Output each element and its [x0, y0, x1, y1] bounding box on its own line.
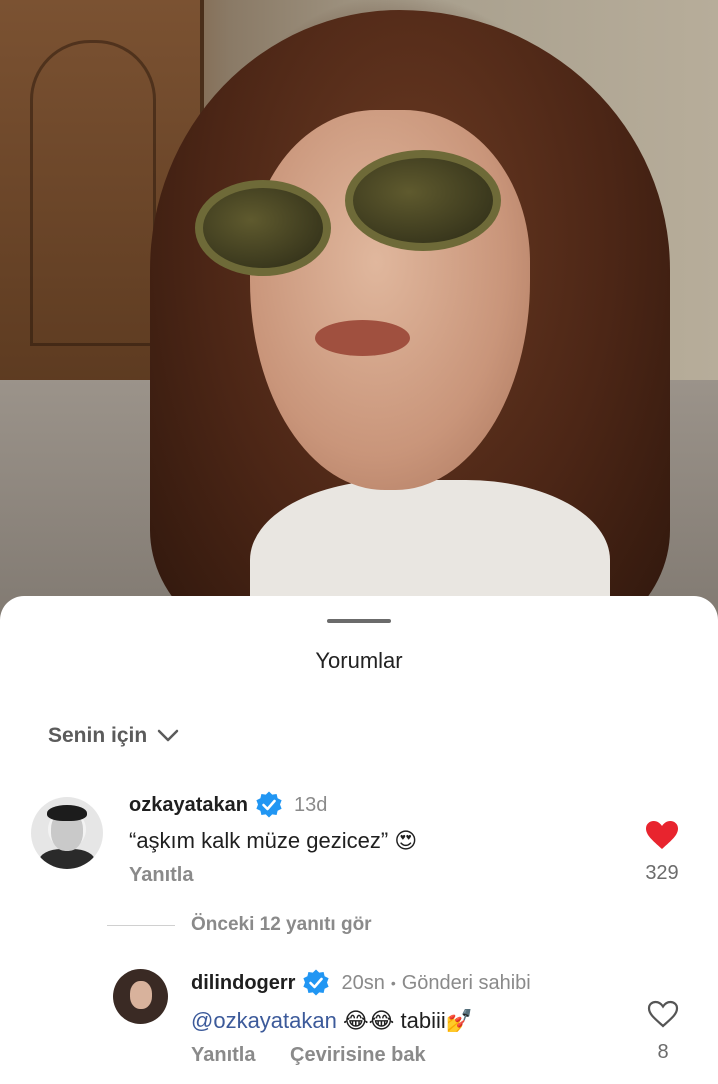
comment-filter-dropdown[interactable]: Senin için — [48, 724, 179, 748]
post-owner-label: Gönderi sahibi — [401, 971, 531, 994]
avatar-hair — [47, 805, 87, 821]
reply-button[interactable]: Yanıtla — [129, 864, 193, 887]
comment-username[interactable]: ozkayatakan 13d — [129, 790, 327, 820]
meta-separator: • — [390, 975, 396, 991]
mention-link[interactable]: @ozkayatakan — [191, 1008, 337, 1033]
comment-time: 13d — [293, 793, 328, 816]
reply-username[interactable]: dilindogerr 20sn • Gönderi sahibi — [191, 968, 531, 998]
reply-time: 20sn — [341, 971, 385, 994]
comments-sheet: Yorumlar Senin için ozkayatakan 13d “aşk… — [0, 596, 718, 1084]
username-text: ozkayatakan — [129, 793, 248, 816]
sheet-title: Yorumlar — [315, 648, 403, 673]
verified-badge-icon — [303, 969, 330, 996]
comment-text: “aşkım kalk müze gezicez” 😍 — [129, 828, 418, 853]
photo-sunglasses-right — [345, 150, 501, 251]
heart-filled-icon[interactable] — [645, 820, 679, 850]
avatar[interactable] — [31, 797, 103, 869]
reply-avatar[interactable] — [113, 969, 168, 1024]
reply-like-count: 8 — [657, 1041, 669, 1063]
verified-badge-icon — [256, 791, 282, 818]
chevron-down-icon — [157, 729, 179, 742]
sheet-grabber[interactable] — [327, 619, 391, 623]
post-photo — [0, 0, 718, 660]
like-count: 329 — [645, 862, 679, 884]
avatar-body — [39, 849, 95, 869]
reply-username-text: dilindogerr — [191, 971, 296, 994]
heart-outline-icon[interactable] — [647, 1000, 679, 1028]
reply-text: @ozkayatakan 😂😂 tabiii💅 — [191, 1008, 473, 1034]
reply-reply-button[interactable]: Yanıtla — [191, 1044, 255, 1067]
replies-divider — [107, 925, 175, 926]
photo-lips — [315, 320, 410, 356]
view-previous-replies[interactable]: Önceki 12 yanıtı gör — [191, 914, 372, 936]
translate-button[interactable]: Çevirisine bak — [290, 1044, 426, 1067]
reply-avatar-face — [130, 981, 152, 1009]
reply-body: 😂😂 tabiii💅 — [336, 1008, 474, 1033]
photo-sunglasses-left — [195, 180, 331, 276]
filter-label: Senin için — [48, 724, 148, 747]
